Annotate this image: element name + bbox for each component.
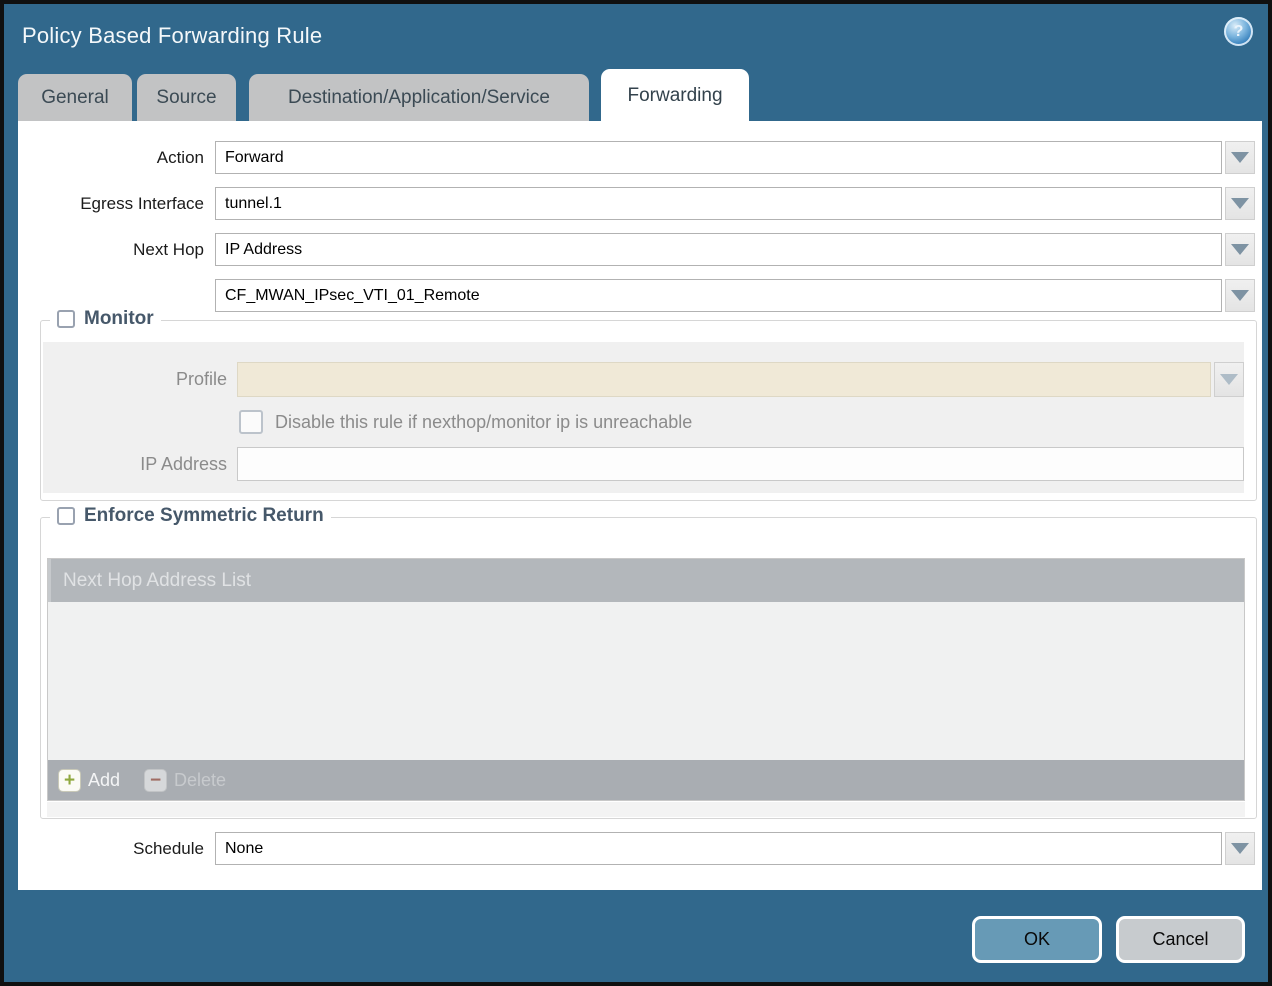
next-hop-address-dropdown-trigger[interactable] — [1225, 279, 1255, 312]
profile-dropdown-trigger — [1214, 362, 1244, 397]
grid-toolbar: + Add − Delete — [48, 760, 1244, 800]
next-hop-type-combobox[interactable]: IP Address — [215, 233, 1222, 266]
plus-icon: + — [58, 769, 81, 792]
ok-button[interactable]: OK — [972, 916, 1102, 963]
pbf-rule-dialog: Policy Based Forwarding Rule ? General S… — [0, 0, 1272, 986]
dialog-title: Policy Based Forwarding Rule — [22, 23, 322, 49]
grid-body-empty — [48, 602, 1244, 760]
schedule-dropdown-trigger[interactable] — [1225, 832, 1255, 865]
monitor-fieldset: Monitor Profile Disable this rule if nex… — [40, 320, 1257, 501]
add-button-label: Add — [88, 770, 120, 791]
action-row: Action Forward — [18, 141, 1255, 174]
grid-header: Next Hop Address List — [48, 559, 1244, 602]
monitor-ip-input — [237, 447, 1244, 481]
monitor-ip-label: IP Address — [43, 447, 237, 482]
tab-label: Forwarding — [627, 85, 722, 107]
question-mark-glyph: ? — [1234, 23, 1244, 41]
action-combobox[interactable]: Forward — [215, 141, 1222, 174]
tab-general[interactable]: General — [18, 74, 132, 121]
delete-button-label: Delete — [174, 770, 226, 791]
minus-icon: − — [144, 769, 167, 792]
egress-interface-combobox[interactable]: tunnel.1 — [215, 187, 1222, 220]
next-hop-type-dropdown-trigger[interactable] — [1225, 233, 1255, 266]
tab-label: Source — [156, 87, 216, 109]
symmetric-return-legend: Enforce Symmetric Return — [50, 505, 331, 527]
chevron-down-icon — [1231, 244, 1249, 255]
monitor-legend: Monitor — [50, 308, 161, 330]
next-hop-row: Next Hop IP Address — [18, 233, 1255, 266]
chevron-down-icon — [1220, 374, 1238, 385]
chevron-down-icon — [1231, 152, 1249, 163]
forwarding-tab-panel: Action Forward Egress Interface tunnel.1… — [18, 121, 1262, 890]
monitor-checkbox[interactable] — [57, 310, 75, 328]
egress-interface-dropdown-trigger[interactable] — [1225, 187, 1255, 220]
schedule-combobox[interactable]: None — [215, 832, 1222, 865]
profile-row: Profile — [43, 362, 1244, 397]
schedule-row: Schedule None — [18, 832, 1255, 865]
profile-label: Profile — [43, 362, 237, 397]
next-hop-address-list-grid: Next Hop Address List + Add − Delete — [47, 558, 1245, 801]
cancel-button-label: Cancel — [1152, 929, 1208, 950]
tab-label: Destination/Application/Service — [288, 87, 550, 109]
delete-button: − Delete — [144, 769, 226, 792]
ok-button-label: OK — [1024, 929, 1050, 950]
grid-bottom-strip — [47, 802, 1245, 817]
schedule-label: Schedule — [18, 832, 215, 865]
add-button[interactable]: + Add — [58, 769, 120, 792]
symmetric-return-legend-label: Enforce Symmetric Return — [84, 505, 324, 527]
tab-label: General — [41, 87, 109, 109]
next-hop-address-row: CF_MWAN_IPsec_VTI_01_Remote — [18, 279, 1255, 312]
monitor-panel: Profile Disable this rule if nexthop/mon… — [43, 342, 1244, 493]
tab-source[interactable]: Source — [137, 74, 236, 121]
grid-header-label: Next Hop Address List — [63, 570, 251, 592]
chevron-down-icon — [1231, 843, 1249, 854]
help-icon[interactable]: ? — [1224, 17, 1253, 46]
cancel-button[interactable]: Cancel — [1116, 916, 1245, 963]
chevron-down-icon — [1231, 290, 1249, 301]
tab-forwarding[interactable]: Forwarding — [601, 69, 749, 122]
next-hop-label: Next Hop — [18, 233, 215, 266]
egress-interface-label: Egress Interface — [18, 187, 215, 220]
symmetric-return-fieldset: Enforce Symmetric Return Next Hop Addres… — [40, 517, 1257, 819]
egress-interface-row: Egress Interface tunnel.1 — [18, 187, 1255, 220]
tab-destination-application-service[interactable]: Destination/Application/Service — [249, 74, 589, 121]
next-hop-address-combobox[interactable]: CF_MWAN_IPsec_VTI_01_Remote — [215, 279, 1222, 312]
disable-rule-label: Disable this rule if nexthop/monitor ip … — [275, 412, 692, 433]
monitor-legend-label: Monitor — [84, 308, 154, 330]
action-dropdown-trigger[interactable] — [1225, 141, 1255, 174]
chevron-down-icon — [1231, 198, 1249, 209]
disable-rule-checkbox — [239, 410, 263, 434]
action-label: Action — [18, 141, 215, 174]
monitor-ip-row: IP Address — [43, 447, 1244, 482]
disable-rule-row: Disable this rule if nexthop/monitor ip … — [239, 410, 1244, 434]
symmetric-return-checkbox[interactable] — [57, 507, 75, 525]
profile-combobox — [237, 362, 1211, 397]
